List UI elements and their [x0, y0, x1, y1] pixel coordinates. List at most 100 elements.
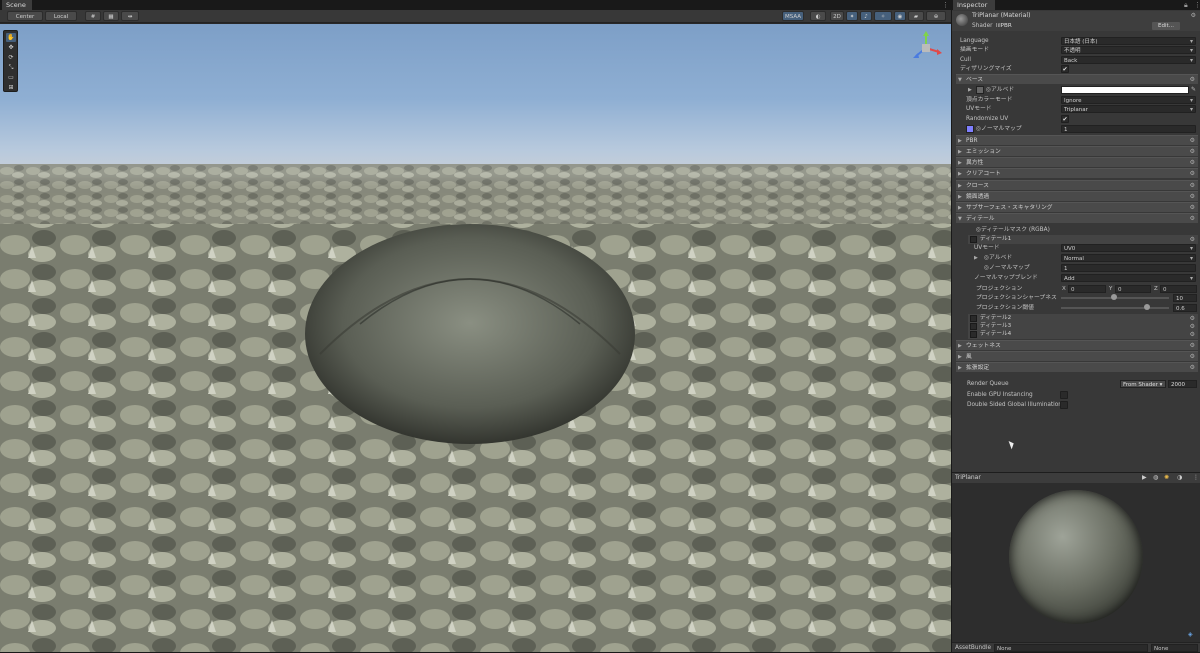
preview-more-icon[interactable]: ⋮	[1193, 473, 1199, 483]
uv-mode-dropdown[interactable]: Triplanar	[1061, 105, 1196, 114]
preview-shape-icon[interactable]: ◍	[1153, 473, 1158, 483]
play-preview-icon[interactable]: ▶	[1142, 473, 1147, 483]
render-queue-mode-dropdown[interactable]: From Shader ▾	[1120, 380, 1166, 388]
detail1-checkbox[interactable]	[970, 236, 977, 243]
section-advanced[interactable]: ▶ 拡張設定 ⚙	[956, 362, 1198, 372]
section-settings-icon[interactable]: ⚙	[1190, 352, 1195, 362]
section-emission[interactable]: ▶ エミッション ⚙	[956, 146, 1198, 156]
detail4-settings-icon[interactable]: ⚙	[1190, 330, 1195, 339]
material-preview-sphere[interactable]	[1009, 490, 1143, 624]
detail-albedo-foldout-icon[interactable]: ▶	[974, 253, 978, 263]
proj-y-input[interactable]: 0	[1115, 285, 1151, 293]
section-settings-icon[interactable]: ⚙	[1190, 203, 1195, 213]
section-base[interactable]: ▼ ベース ⚙	[956, 74, 1198, 84]
randomize-uv-checkbox[interactable]: ✔	[1061, 115, 1069, 123]
sharpness-input[interactable]: 10	[1173, 294, 1197, 302]
draw-mode-icon[interactable]: ◐	[810, 11, 826, 21]
detail2-checkbox[interactable]	[970, 315, 977, 322]
section-settings-icon[interactable]: ⚙	[1190, 158, 1195, 168]
normal-map-scale-field[interactable]: 1	[1061, 125, 1196, 133]
language-dropdown[interactable]: 日本語 (日本)	[1061, 37, 1196, 46]
detail-albedo-blend-dropdown[interactable]: Normal	[1061, 254, 1196, 263]
albedo-color-field[interactable]	[1061, 86, 1189, 94]
lock-icon[interactable]: 🔒︎	[1184, 0, 1188, 10]
pivot-mode-dropdown[interactable]: Center	[7, 11, 43, 21]
section-settings-icon[interactable]: ⚙	[1190, 75, 1195, 85]
grid-visibility-icon[interactable]: ▦	[103, 11, 119, 21]
section-settings-icon[interactable]: ⚙	[1190, 363, 1195, 373]
increment-snap-icon[interactable]: ⇹	[121, 11, 139, 21]
proj-z-input[interactable]: 0	[1160, 285, 1197, 293]
section-wetness[interactable]: ▶ ウェットネス ⚙	[956, 340, 1198, 350]
threshold-slider[interactable]	[1061, 304, 1169, 310]
preview-resize-icon[interactable]: ◈	[1188, 631, 1193, 638]
rect-tool-icon[interactable]: ▭	[6, 73, 16, 82]
sharpness-slider-knob[interactable]	[1111, 294, 1117, 300]
hand-tool-icon[interactable]: ✋	[6, 33, 16, 42]
audio-icon[interactable]: ♪	[860, 11, 872, 21]
threshold-slider-knob[interactable]	[1144, 304, 1150, 310]
normal-blend-dropdown[interactable]: Add	[1061, 274, 1196, 283]
assetbundle-dropdown[interactable]: None	[994, 644, 1148, 652]
section-settings-icon[interactable]: ⚙	[1190, 147, 1195, 157]
vertex-color-dropdown[interactable]: Ignore	[1061, 96, 1196, 105]
msaa-button[interactable]: MSAA	[782, 11, 804, 21]
section-settings-icon[interactable]: ⚙	[1190, 181, 1195, 191]
section-cloth[interactable]: ▶ クロース ⚙	[956, 180, 1198, 190]
render-queue-input[interactable]: 2000	[1168, 380, 1197, 388]
rotate-tool-icon[interactable]: ⟳	[6, 53, 16, 62]
threshold-input[interactable]: 0.6	[1173, 304, 1197, 312]
section-transmission[interactable]: ▶ 鏡面透過 ⚙	[956, 191, 1198, 201]
pivot-rotation-dropdown[interactable]: Local	[45, 11, 77, 21]
lighting-icon[interactable]: ✦	[846, 11, 858, 21]
section-settings-icon[interactable]: ⚙	[1190, 136, 1195, 146]
render-mode-dropdown[interactable]: 不透明	[1061, 46, 1196, 55]
section-wind[interactable]: ▶ 風 ⚙	[956, 351, 1198, 361]
tab-scene[interactable]: Scene	[2, 0, 32, 10]
detail4-checkbox[interactable]	[970, 331, 977, 338]
section-clearcoat[interactable]: ▶ クリアコート ⚙	[956, 168, 1198, 178]
albedo-foldout-icon[interactable]: ▶	[968, 85, 972, 95]
grid-snapping-icon[interactable]: #	[85, 11, 101, 21]
detail4-header[interactable]: ディテール4 ⚙	[968, 330, 1198, 339]
albedo-texture-slot[interactable]	[976, 86, 984, 94]
orientation-gizmo[interactable]	[908, 30, 944, 66]
section-settings-icon[interactable]: ⚙	[1190, 341, 1195, 351]
section-pbr[interactable]: ▶ PBR ⚙	[956, 135, 1198, 145]
double-sided-gi-checkbox[interactable]	[1060, 401, 1068, 409]
preview-light-icon[interactable]: ✺	[1164, 473, 1169, 483]
hidden-objects-icon[interactable]: ◉	[894, 11, 906, 21]
move-tool-icon[interactable]: ✥	[6, 43, 16, 52]
section-anisotropy[interactable]: ▶ 異方性 ⚙	[956, 157, 1198, 167]
2d-mode-button[interactable]: 2D	[830, 11, 844, 21]
cull-dropdown[interactable]: Back	[1061, 56, 1196, 65]
dither-checkbox[interactable]: ✔	[1061, 65, 1069, 73]
section-settings-icon[interactable]: ⚙	[1190, 169, 1195, 179]
tab-inspector[interactable]: Inspector	[953, 0, 995, 10]
preview-background-icon[interactable]: ◑	[1177, 473, 1182, 483]
edit-shader-button[interactable]: Edit...	[1152, 22, 1180, 30]
inspector-more-icon[interactable]: ⋮	[1194, 0, 1200, 10]
detail3-checkbox[interactable]	[970, 323, 977, 330]
more-options-icon[interactable]: ⋮	[942, 0, 949, 10]
proj-x-input[interactable]: 0	[1068, 285, 1106, 293]
color-picker-icon[interactable]: ✎	[1191, 85, 1196, 95]
section-settings-icon[interactable]: ⚙	[1190, 192, 1195, 202]
scene-viewport[interactable]: ✋ ✥ ⟳ ⤡ ▭ ⊞	[0, 24, 951, 652]
gizmos-icon[interactable]: ⊕	[926, 11, 946, 21]
section-settings-icon[interactable]: ⚙	[1190, 214, 1195, 224]
sharpness-slider[interactable]	[1061, 294, 1169, 300]
detail-normal-scale-field[interactable]: 1	[1061, 264, 1196, 272]
camera-settings-icon[interactable]: ▰	[908, 11, 924, 21]
gpu-instancing-checkbox[interactable]	[1060, 391, 1068, 399]
shader-dropdown[interactable]: lilPBR	[996, 22, 1146, 30]
section-subsurface[interactable]: ▶ サブサーフェス・スキャタリング ⚙	[956, 202, 1198, 212]
assetbundle-variant-dropdown[interactable]: None	[1151, 644, 1198, 652]
section-detail[interactable]: ▼ ディテール ⚙	[956, 213, 1198, 223]
normal-map-texture-slot[interactable]	[966, 125, 974, 133]
transform-tool-icon[interactable]: ⊞	[6, 83, 16, 92]
detail-uv-mode-dropdown[interactable]: UV0	[1061, 244, 1196, 253]
effects-icon[interactable]: ✧	[874, 11, 892, 21]
material-settings-icon[interactable]: ⚙	[1191, 11, 1196, 21]
scale-tool-icon[interactable]: ⤡	[6, 63, 16, 72]
